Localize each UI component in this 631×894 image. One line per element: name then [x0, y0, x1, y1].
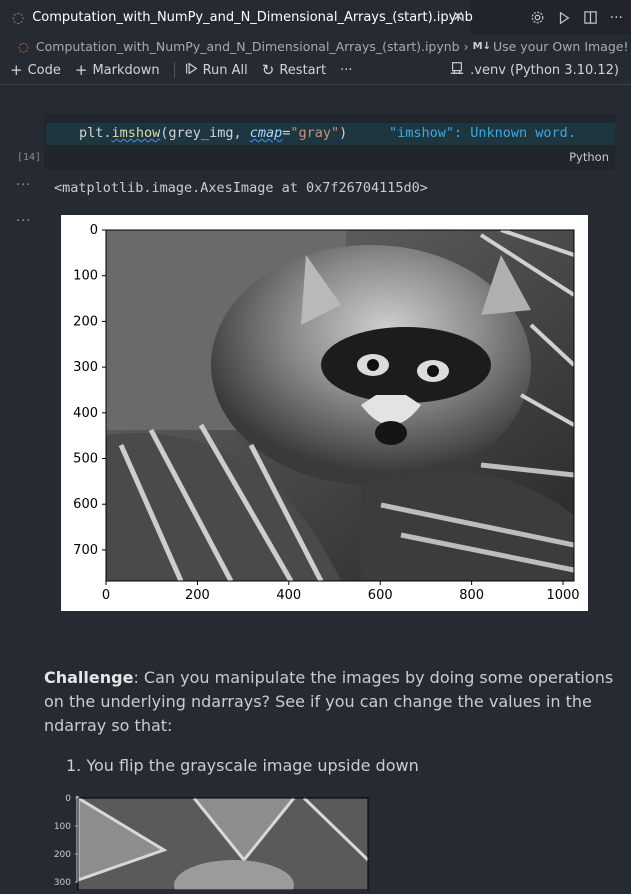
- code-cell-editor[interactable]: plt.imshow(grey_img, cmap="gray") "imsho…: [44, 114, 615, 170]
- raccoon-figure: 0 200 400 600 800 1000 0 100 200 300 400 500 600 700: [73, 223, 580, 603]
- x-axis: 0 200 400 600 800 1000: [102, 581, 580, 603]
- plus-icon: +: [10, 61, 23, 79]
- mini-y-tick-label: 300: [54, 878, 71, 888]
- tab-title: Computation_with_NumPy_and_N_Dimensional…: [32, 10, 473, 25]
- x-tick-label: 200: [185, 588, 210, 603]
- breadcrumb-file[interactable]: Computation_with_NumPy_and_N_Dimensional…: [36, 39, 460, 54]
- restart-button[interactable]: ↻ Restart: [262, 61, 326, 79]
- y-tick-label: 500: [73, 452, 98, 467]
- x-tick-label: 400: [276, 588, 301, 603]
- restart-label: Restart: [279, 62, 327, 78]
- y-tick-label: 400: [73, 406, 98, 421]
- split-editor-icon[interactable]: [583, 10, 598, 25]
- mini-y-tick-label: 200: [54, 850, 71, 860]
- restart-icon: ↻: [261, 61, 275, 79]
- flipped-image-plot: 0 100 200 300: [44, 790, 384, 894]
- kernel-label: .venv (Python 3.10.12): [470, 62, 619, 78]
- add-code-button[interactable]: + Code: [10, 61, 61, 79]
- output-more-icon[interactable]: ···: [16, 178, 31, 193]
- code-token: (grey_img,: [160, 125, 250, 141]
- code-token-string: "gray": [290, 125, 340, 141]
- code-token: plt.: [79, 125, 112, 141]
- more-actions-icon[interactable]: ···: [610, 10, 623, 26]
- add-code-label: Code: [27, 62, 61, 78]
- notebook-tab[interactable]: ◌ Computation_with_NumPy_and_N_Dimension…: [0, 0, 473, 35]
- mini-y-tick-label: 0: [65, 794, 71, 804]
- breadcrumb: ◌ Computation_with_NumPy_and_N_Dimension…: [0, 35, 631, 57]
- x-tick-label: 1000: [546, 588, 579, 603]
- markdown-icon: M↓: [472, 40, 491, 52]
- notebook-toolbar: + Code + Markdown Run All ↻ Restart ··· .v…: [0, 57, 631, 83]
- mini-y-axis: 0 100 200 300: [54, 794, 78, 888]
- breadcrumb-section[interactable]: Use your Own Image!: [493, 39, 629, 54]
- mini-figure: 0 100 200 300: [54, 794, 370, 894]
- add-markdown-button[interactable]: + Markdown: [75, 61, 160, 79]
- image-plot: 0 200 400 600 800 1000 0 100 200 300 400 500 600 700: [61, 215, 588, 611]
- kernel-picker[interactable]: .venv (Python 3.10.12): [450, 57, 619, 83]
- add-markdown-label: Markdown: [92, 62, 160, 78]
- y-tick-label: 0: [90, 223, 98, 238]
- code-token-imshow: imshow: [111, 125, 161, 141]
- run-icon[interactable]: [557, 11, 571, 25]
- x-tick-label: 0: [102, 588, 110, 603]
- plus-icon: +: [74, 61, 88, 79]
- jupyter-icon: ◌: [12, 9, 25, 26]
- run-all-button[interactable]: Run All: [185, 61, 248, 79]
- editor-actions: ···: [530, 0, 623, 35]
- toolbar-divider-line: [0, 84, 631, 85]
- cell-language-label[interactable]: Python: [569, 150, 609, 164]
- run-all-label: Run All: [202, 62, 248, 78]
- y-tick-label: 100: [73, 269, 98, 284]
- raccoon-image: [106, 230, 574, 581]
- gear-icon[interactable]: [530, 10, 545, 25]
- x-tick-label: 600: [368, 588, 393, 603]
- x-tick-label: 800: [459, 588, 484, 603]
- y-tick-label: 300: [73, 360, 98, 375]
- markdown-paragraph: Challenge: Can you manipulate the images…: [44, 666, 629, 738]
- close-icon[interactable]: ✕: [452, 9, 464, 25]
- tab-bar: ◌ Computation_with_NumPy_and_N_Dimension…: [0, 0, 631, 35]
- code-line[interactable]: plt.imshow(grey_img, cmap="gray"): [79, 125, 347, 141]
- code-token: ): [339, 125, 348, 141]
- toolbar-divider: [173, 62, 175, 78]
- y-axis: 0 100 200 300 400 500 600 700: [73, 223, 106, 558]
- execution-count: [14]: [17, 152, 42, 163]
- inline-diagnostic: "imshow": Unknown word.: [389, 125, 576, 141]
- list-item: 1. You flip the grayscale image upside d…: [66, 756, 419, 775]
- y-tick-label: 600: [73, 497, 98, 512]
- mini-y-tick-label: 100: [54, 822, 71, 832]
- y-tick-label: 200: [73, 314, 98, 329]
- run-all-icon: [185, 61, 198, 79]
- output-text: <matplotlib.image.AxesImage at 0x7f26704…: [54, 180, 428, 196]
- kernel-icon: [450, 61, 464, 79]
- challenge-label: Challenge: [44, 668, 134, 687]
- y-tick-label: 700: [73, 543, 98, 558]
- jupyter-icon: ◌: [18, 38, 29, 54]
- output-more-icon[interactable]: ···: [16, 214, 31, 229]
- code-token-cmap: cmap: [249, 125, 283, 141]
- chevron-right-icon: ›: [463, 38, 469, 54]
- more-toolbar-button[interactable]: ···: [340, 63, 352, 78]
